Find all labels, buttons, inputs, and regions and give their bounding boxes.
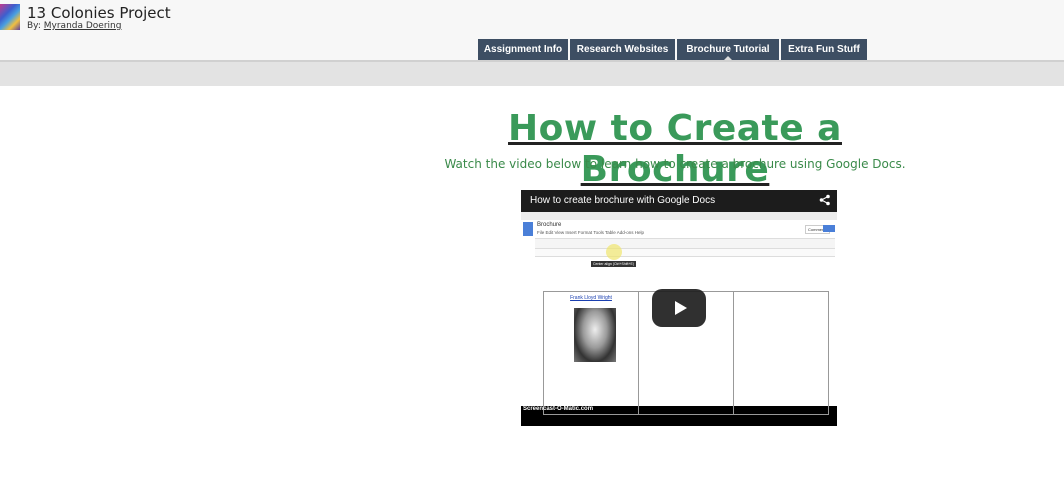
- toolbar-tooltip: Center align (Ctrl+Shift+E): [591, 261, 637, 267]
- video-watermark: Screencast-O-Matic.com: [523, 406, 594, 412]
- nav-tabs: Assignment Info Research Websites Brochu…: [478, 39, 869, 61]
- tab-research-websites[interactable]: Research Websites: [570, 39, 675, 60]
- doc-menu: File Edit View Insert Format Tools Table…: [537, 230, 645, 235]
- video-title-bar: How to create brochure with Google Docs: [521, 190, 837, 212]
- video-title[interactable]: How to create brochure with Google Docs: [530, 195, 715, 206]
- tab-assignment-info[interactable]: Assignment Info: [478, 39, 568, 60]
- doc-table-column: [734, 292, 828, 414]
- byline-prefix: By:: [27, 21, 41, 31]
- author-link[interactable]: Myranda Doering: [44, 21, 122, 31]
- google-docs-icon: [523, 222, 533, 236]
- site-logo[interactable]: [0, 4, 20, 30]
- doc-share-button: [823, 225, 835, 232]
- portrait-image: [574, 308, 616, 362]
- byline: By: Myranda Doering: [27, 21, 121, 31]
- header-band: [0, 60, 1064, 86]
- tab-extra-fun-stuff[interactable]: Extra Fun Stuff: [781, 39, 867, 60]
- doc-link: Frank Lloyd Wright: [570, 295, 612, 301]
- play-icon[interactable]: [652, 289, 706, 327]
- tab-brochure-tutorial[interactable]: Brochure Tutorial: [677, 39, 779, 61]
- page-heading: How to Create a Brochure: [508, 108, 842, 190]
- cursor-highlight: [606, 244, 622, 260]
- video-player[interactable]: Brochure File Edit View Insert Format To…: [521, 190, 837, 426]
- doc-table-column: Frank Lloyd Wright: [544, 292, 639, 414]
- share-icon[interactable]: [819, 194, 831, 209]
- site-title[interactable]: 13 Colonies Project: [27, 4, 171, 22]
- doc-ruler: [535, 249, 835, 257]
- doc-toolbar: [535, 238, 835, 249]
- doc-name: Brochure: [537, 222, 562, 228]
- page-subtext: Watch the video below to learn how to cr…: [444, 157, 906, 171]
- browser-bookmarks-bar: [521, 212, 837, 220]
